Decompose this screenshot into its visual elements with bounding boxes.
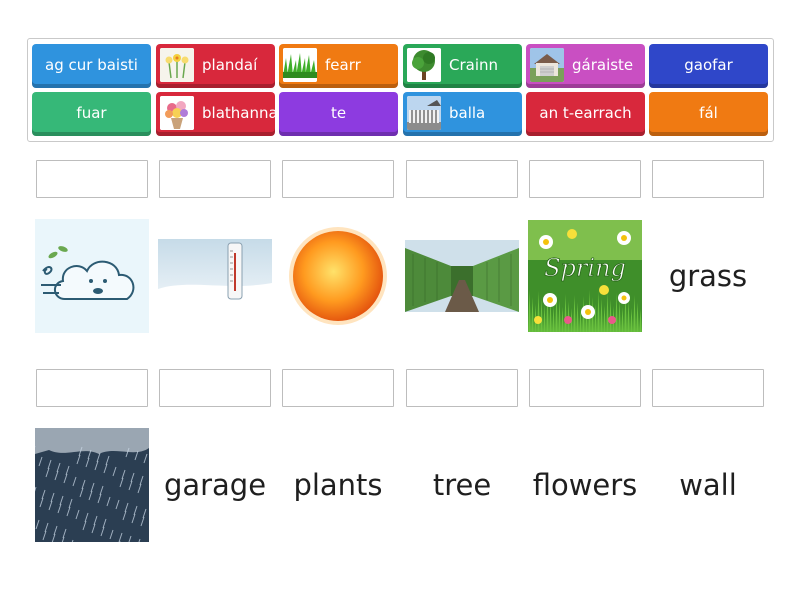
target-word: tree — [432, 468, 492, 502]
target-word: grass — [668, 259, 748, 293]
word-tile-label: Crainn — [449, 55, 499, 74]
word-tile[interactable]: Crainn — [403, 44, 522, 88]
word-tile[interactable]: plandaí — [156, 44, 275, 88]
drop-slot[interactable] — [529, 160, 641, 198]
word-tile-label: te — [330, 103, 347, 122]
word-tile-label: an t-earrach — [539, 103, 632, 122]
word-tile[interactable]: fuar — [32, 92, 151, 136]
plants-thumb-icon — [160, 47, 194, 82]
hot-sun-icon — [281, 219, 395, 333]
target-word: garage — [163, 468, 267, 502]
spring-card-title: Spring — [544, 254, 626, 282]
drop-slot[interactable] — [406, 369, 518, 407]
word-tile-label: balla — [449, 103, 486, 122]
word-tile-label: gaofar — [684, 55, 733, 74]
target-word: plants — [293, 468, 383, 502]
windy-cloud-icon — [35, 219, 149, 333]
word-tile[interactable]: gaofar — [649, 44, 768, 88]
grass-thumb-icon — [283, 47, 317, 82]
word-tile[interactable]: an t-earrach — [526, 92, 645, 136]
drop-slot[interactable] — [652, 160, 764, 198]
word-tile-label: fearr — [325, 55, 361, 74]
drop-slot[interactable] — [529, 369, 641, 407]
drop-slot[interactable] — [36, 369, 148, 407]
drop-slot[interactable] — [282, 160, 394, 198]
word-tile-label: plandaí — [202, 55, 258, 74]
spring-flowers-icon: Spring — [528, 219, 642, 333]
word-tile[interactable]: gáraiste — [526, 44, 645, 88]
word-tile[interactable]: fearr — [279, 44, 398, 88]
drop-slot[interactable] — [406, 160, 518, 198]
word-tile-label: fál — [699, 103, 718, 122]
word-tile[interactable]: blathanna — [156, 92, 275, 136]
hedge-fence-icon — [405, 219, 519, 333]
drop-slot[interactable] — [36, 160, 148, 198]
drop-slot[interactable] — [652, 369, 764, 407]
drop-slot[interactable] — [159, 160, 271, 198]
word-tile[interactable]: fál — [649, 92, 768, 136]
drop-slot[interactable] — [282, 369, 394, 407]
word-tile[interactable]: te — [279, 92, 398, 136]
flowers-thumb-icon — [160, 95, 194, 130]
drop-slot[interactable] — [159, 369, 271, 407]
word-tile[interactable]: balla — [403, 92, 522, 136]
rain-icon — [35, 428, 149, 542]
target-word: wall — [679, 468, 737, 502]
word-tile-label: ag cur baisti — [45, 55, 138, 74]
word-tile[interactable]: ag cur baisti — [32, 44, 151, 88]
wall-thumb-icon — [407, 95, 441, 130]
tree-thumb-icon — [407, 47, 441, 82]
target-word: flowers — [532, 468, 638, 502]
word-tile-label: fuar — [76, 103, 107, 122]
garage-thumb-icon — [530, 47, 564, 82]
cold-thermometer-icon — [158, 219, 272, 333]
word-tile-label: blathanna — [202, 103, 275, 122]
word-tile-label: gáraiste — [572, 55, 634, 74]
